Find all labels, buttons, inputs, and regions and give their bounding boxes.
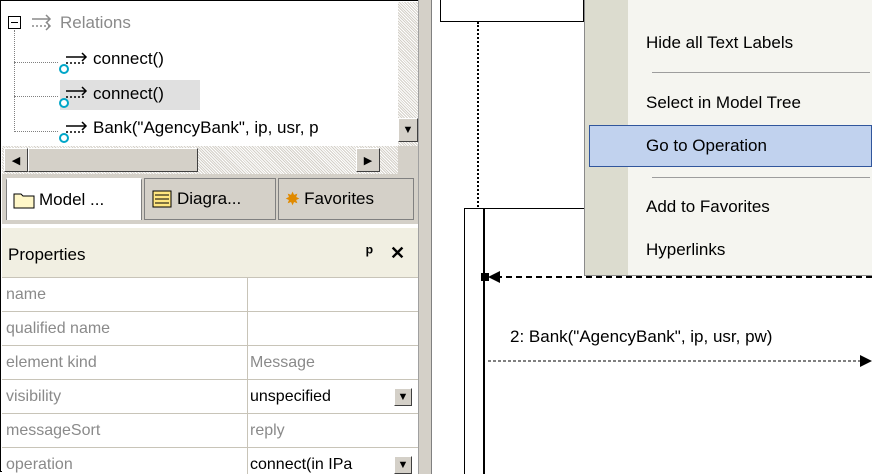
- properties-title: Properties: [8, 245, 86, 264]
- visibility-select[interactable]: unspecified: [250, 388, 331, 406]
- menu-item-go-to-operation[interactable]: Go to Operation: [646, 136, 767, 156]
- message-icon: [59, 121, 88, 143]
- property-value: reply: [250, 422, 285, 439]
- context-menu-border: [584, 0, 585, 276]
- context-menu-border: [584, 275, 872, 276]
- close-icon[interactable]: ✕: [390, 243, 405, 264]
- property-value: Message: [250, 354, 315, 371]
- message-label[interactable]: 2: Bank("AgencyBank", ip, usr, pw): [510, 327, 772, 347]
- message-icon: [59, 52, 88, 74]
- activation-bar[interactable]: [464, 208, 484, 474]
- diagram-icon: [152, 190, 172, 208]
- tree-connector: [14, 131, 58, 132]
- property-row[interactable]: [2, 278, 418, 312]
- message-icon: [59, 86, 88, 108]
- tab-diagram-tree[interactable]: Diagra...: [144, 178, 276, 220]
- property-column-divider: [247, 278, 248, 474]
- pin-icon[interactable]: ᵖ: [366, 242, 373, 263]
- operation-select[interactable]: connect(in IPa: [250, 456, 392, 474]
- folder-icon: [13, 193, 35, 209]
- property-name: element kind: [6, 354, 97, 371]
- menu-item-hide-all-text-labels[interactable]: Hide all Text Labels: [646, 33, 793, 53]
- arrow-right-icon: ▶: [363, 154, 373, 167]
- tree-item-label[interactable]: connect(): [93, 49, 164, 69]
- call-message-arrow[interactable]: [488, 352, 872, 370]
- tab-label: Favorites: [304, 189, 375, 208]
- arrow-left-icon: ◀: [11, 154, 21, 167]
- chevron-down-icon: ▼: [397, 391, 409, 403]
- property-name: qualified name: [6, 320, 111, 337]
- tree-item-label[interactable]: connect(): [93, 84, 164, 104]
- property-name: messageSort: [6, 422, 101, 439]
- menu-separator: [652, 72, 870, 73]
- lifeline: [477, 22, 479, 210]
- menu-item-select-in-model-tree[interactable]: Select in Model Tree: [646, 93, 801, 113]
- scrollbar-corner: [398, 146, 418, 174]
- tree-connector: [14, 30, 15, 132]
- scroll-left-button[interactable]: ◀: [4, 148, 28, 172]
- property-row[interactable]: [2, 380, 418, 414]
- tree-connector: [14, 96, 58, 97]
- relations-icon: [32, 14, 52, 31]
- arrow-down-icon: ▼: [402, 124, 414, 136]
- property-name: operation: [6, 456, 73, 473]
- menu-item-add-to-favorites[interactable]: Add to Favorites: [646, 197, 770, 217]
- favorites-icon: ✸: [285, 188, 301, 209]
- menu-separator: [652, 177, 870, 178]
- panel-splitter[interactable]: [418, 0, 432, 474]
- tab-label: Model ...: [39, 190, 105, 209]
- tree-connector: [14, 62, 58, 63]
- scroll-right-button[interactable]: ▶: [356, 148, 380, 172]
- tab-label: Diagra...: [177, 189, 242, 208]
- scroll-thumb[interactable]: [28, 148, 198, 172]
- operation-dropdown-button[interactable]: ▼: [394, 456, 412, 474]
- tab-model-tree[interactable]: Model ...: [6, 178, 142, 220]
- collapse-toggle-icon[interactable]: [8, 16, 21, 29]
- scroll-down-button[interactable]: ▼: [398, 118, 418, 142]
- property-name: visibility: [6, 388, 62, 405]
- tree-group-label[interactable]: Relations: [60, 13, 131, 33]
- lifeline-head: [440, 0, 584, 22]
- visibility-dropdown-button[interactable]: ▼: [394, 388, 412, 406]
- tree-item-label[interactable]: Bank("AgencyBank", ip, usr, p: [93, 118, 398, 138]
- menu-item-hyperlinks[interactable]: Hyperlinks: [646, 240, 725, 260]
- property-name: name: [6, 286, 47, 303]
- chevron-down-icon: ▼: [397, 459, 409, 471]
- tab-favorites[interactable]: ✸ Favorites: [278, 178, 414, 220]
